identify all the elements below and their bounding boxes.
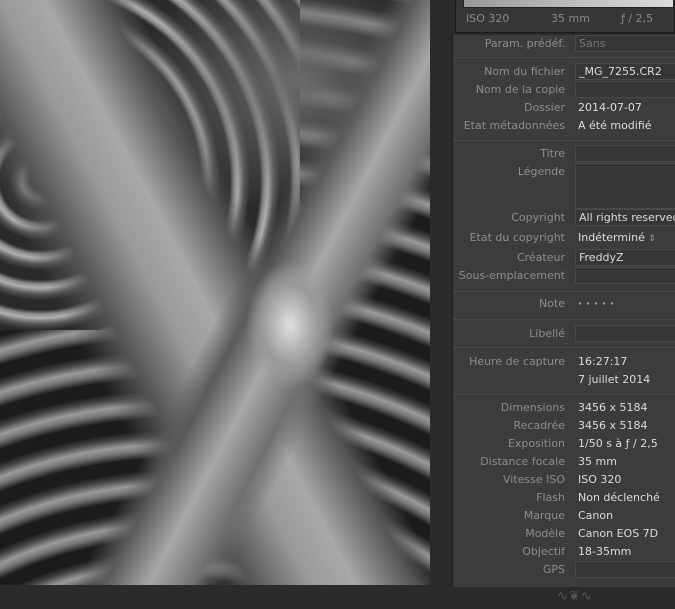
file-name-field[interactable]: _MG_7255.CR2: [575, 63, 675, 80]
copyright-field[interactable]: All rights reserved: [575, 209, 675, 226]
exif-value: Non déclenché: [578, 491, 660, 504]
exif-value: 3456 x 5184: [578, 401, 648, 414]
exif-row: Exposition 1/50 s à ƒ / 2,5: [453, 435, 675, 453]
exif-row: Recadrée 3456 x 5184: [453, 417, 675, 435]
exif-value: Canon: [578, 509, 614, 522]
exif-value: 1/50 s à ƒ / 2,5: [578, 437, 658, 450]
folder-value: 2014-07-07: [578, 101, 642, 114]
exif-value: 18-35mm: [578, 545, 632, 558]
exif-label: Marque: [523, 509, 565, 522]
copy-name-row: Nom de la copie: [453, 81, 675, 99]
gps-field[interactable]: [575, 561, 675, 578]
copyright-label: Copyright: [511, 211, 565, 224]
copyright-status-row: Etat du copyright Indéterminé ⇕: [453, 229, 675, 247]
metadata-status-value: A été modifié: [578, 119, 652, 132]
hist-focal: 35 mm: [551, 12, 590, 25]
copyright-status-value: Indéterminé: [578, 231, 645, 244]
exif-row: Flash Non déclenché: [453, 489, 675, 507]
folder-label: Dossier: [523, 101, 565, 114]
sublocation-label: Sous-emplacement: [458, 269, 565, 282]
photo-preview: [0, 0, 430, 585]
exif-row: Marque Canon: [453, 507, 675, 525]
histogram: ISO 320 35 mm ƒ / 2,5: [455, 0, 675, 33]
exif-value: 35 mm: [578, 455, 617, 468]
rating-row: Note · · · · ·: [453, 295, 675, 313]
file-name-label: Nom du fichier: [484, 65, 565, 78]
copyright-row: Copyright All rights reserved: [453, 209, 675, 227]
rating-stars[interactable]: · · · · ·: [578, 297, 614, 310]
metadata-status-label: Etat métadonnées: [463, 119, 565, 132]
updown-arrows-icon: ⇕: [648, 234, 656, 244]
color-label-row: Libellé: [453, 325, 675, 343]
title-label: Titre: [540, 147, 565, 160]
exif-row: Objectif 18-35mm: [453, 543, 675, 561]
exif-row: Dimensions 3456 x 5184: [453, 399, 675, 417]
panel-end-ornament-icon: ∿❦∿: [557, 589, 593, 604]
exif-label: Dimensions: [500, 401, 565, 414]
metadata-panel: Param. prédéf. Sans Nom du fichier _MG_7…: [452, 35, 675, 587]
caption-field[interactable]: [575, 163, 675, 209]
color-label-label: Libellé: [529, 327, 565, 340]
copyright-value: All rights reserved: [579, 211, 675, 224]
exif-label: Recadrée: [513, 419, 565, 432]
exif-value: ISO 320: [578, 473, 622, 486]
histogram-graph: [463, 0, 674, 8]
preset-label: Param. prédéf.: [484, 37, 565, 50]
gps-label: GPS: [542, 563, 565, 576]
exif-label: Objectif: [522, 545, 565, 558]
preset-row: Param. prédéf. Sans: [453, 35, 675, 53]
capture-time-value: 16:27:17: [578, 355, 628, 368]
preset-value: Sans: [579, 37, 606, 50]
folder-row: Dossier 2014-07-07: [453, 99, 675, 117]
preset-select[interactable]: Sans: [575, 35, 675, 52]
copyright-status-select[interactable]: Indéterminé ⇕: [578, 231, 656, 244]
exif-value: 3456 x 5184: [578, 419, 648, 432]
title-field[interactable]: [575, 145, 675, 162]
capture-time-row: Heure de capture 16:27:17: [453, 353, 675, 371]
exif-label: Distance focale: [480, 455, 565, 468]
exif-row: Distance focale 35 mm: [453, 453, 675, 471]
sublocation-row: Sous-emplacement: [453, 267, 675, 285]
gps-row: GPS: [453, 561, 675, 579]
copy-name-field[interactable]: [575, 81, 675, 98]
creator-value: FreddyZ: [579, 251, 624, 264]
capture-date-value: 7 juillet 2014: [578, 373, 651, 386]
exif-label: Exposition: [507, 437, 565, 450]
capture-date-row: 7 juillet 2014: [453, 371, 675, 389]
exif-value: Canon EOS 7D: [578, 527, 659, 540]
caption-label: Légende: [517, 165, 565, 178]
sublocation-field[interactable]: [575, 267, 675, 284]
creator-field[interactable]: FreddyZ: [575, 249, 675, 266]
color-label-field[interactable]: [575, 325, 675, 342]
exif-row: Vitesse ISO ISO 320: [453, 471, 675, 489]
exif-label: Flash: [536, 491, 565, 504]
file-name-value: _MG_7255.CR2: [579, 65, 662, 78]
creator-row: Créateur FreddyZ: [453, 249, 675, 267]
title-row: Titre: [453, 145, 675, 163]
exif-label: Vitesse ISO: [502, 473, 565, 486]
metadata-status-row: Etat métadonnées A été modifié: [453, 117, 675, 135]
exif-row: Modèle Canon EOS 7D: [453, 525, 675, 543]
capture-time-label: Heure de capture: [469, 355, 565, 368]
caption-row: Légende: [453, 163, 675, 209]
hist-iso: ISO 320: [466, 12, 510, 25]
creator-label: Créateur: [516, 251, 565, 264]
copyright-status-label: Etat du copyright: [469, 231, 565, 244]
exif-label: Modèle: [525, 527, 565, 540]
copy-name-label: Nom de la copie: [475, 83, 565, 96]
rating-label: Note: [538, 297, 565, 310]
hist-aperture: ƒ / 2,5: [621, 12, 654, 25]
file-name-row: Nom du fichier _MG_7255.CR2: [453, 63, 675, 81]
